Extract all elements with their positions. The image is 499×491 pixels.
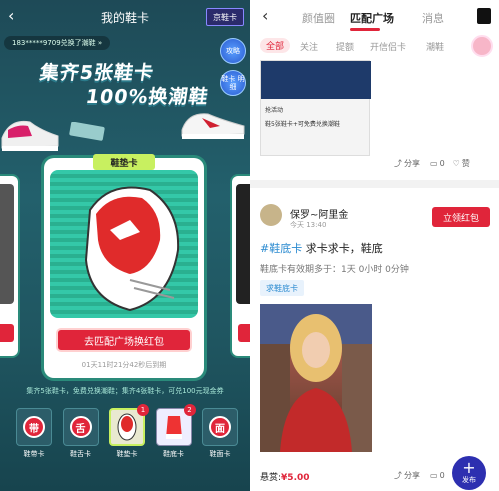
- person-photo: [260, 304, 372, 452]
- post-title: #鞋底卡 求卡求卡，鞋底: [260, 240, 383, 256]
- current-card: 鞋垫卡 去匹配广场换红包 01天11时21分42秒后到期: [44, 154, 204, 378]
- comment-icon[interactable]: ▭: [430, 159, 438, 168]
- match-square-panel: ‹ 颜值圈 匹配广场 消息 全部 关注 提额 开信侣卡 潮鞋 抢活动 鞋5张鞋卡…: [250, 0, 499, 491]
- post2-actions: ⤴ 分享 ▭ 0: [394, 470, 445, 481]
- post-author[interactable]: 保罗~阿里金: [290, 206, 348, 221]
- chip-label: 鞋垫卡: [116, 450, 138, 458]
- chip-insole[interactable]: 1 鞋垫卡: [107, 404, 149, 462]
- reward-amount: ¥5.00: [281, 473, 310, 483]
- avatar[interactable]: [471, 35, 493, 57]
- subtabs: 全部 关注 提额 开信侣卡 潮鞋: [250, 36, 499, 58]
- share-icon[interactable]: ⤴: [394, 470, 402, 481]
- match-square-button[interactable]: 去匹配广场换红包: [56, 328, 192, 352]
- publish-label: 发布: [462, 476, 476, 484]
- chip-sole[interactable]: 2 鞋底卡: [154, 404, 196, 462]
- upper-icon: 面: [209, 416, 231, 438]
- insole-image: [50, 170, 198, 318]
- expiry-timer: 01天11时21分42秒后到期: [81, 361, 167, 369]
- chip-count-badge: 1: [137, 404, 149, 416]
- lace-icon: 带: [23, 416, 45, 438]
- card-tag: 鞋垫卡: [93, 154, 155, 170]
- chip-label: 鞋底卡: [163, 450, 184, 458]
- like-label[interactable]: 赞: [462, 158, 470, 169]
- publish-button[interactable]: + 发布: [452, 456, 486, 490]
- brand-badge[interactable]: 京鞋卡: [206, 8, 244, 26]
- active-tab-indicator: [350, 28, 380, 31]
- back-icon[interactable]: ‹: [8, 8, 14, 24]
- coupon-icon: [69, 122, 105, 141]
- subtab-sneaker[interactable]: 潮鞋: [426, 40, 444, 53]
- chip-label: 鞋带卡: [23, 450, 45, 458]
- chip-lace[interactable]: 带 鞋带卡: [14, 408, 54, 462]
- sole-thumb-icon: [165, 416, 182, 439]
- chip-label: 鞋面卡: [209, 450, 231, 458]
- request-chip[interactable]: 求鞋底卡: [260, 280, 304, 296]
- insole-thumb-icon: [117, 413, 137, 441]
- plus-icon: +: [462, 458, 476, 477]
- subtab-couple-card[interactable]: 开信侣卡: [370, 40, 406, 53]
- comment-icon[interactable]: ▭: [430, 471, 438, 480]
- chip-count-badge: 2: [183, 404, 196, 416]
- avatar[interactable]: [260, 204, 282, 226]
- tab-beauty[interactable]: 颜值圈: [302, 10, 335, 26]
- subtab-all[interactable]: 全部: [260, 38, 291, 53]
- claim-redpacket-button[interactable]: 立领红包: [432, 207, 490, 227]
- post-image[interactable]: 抢活动 鞋5张鞋卡+可免费兑换潮鞋: [260, 60, 371, 156]
- bag-icon[interactable]: [477, 8, 491, 24]
- divider: [250, 180, 499, 188]
- shoe-card-panel: ‹ 我的鞋卡 京鞋卡 183*****9709兑换了潮鞋 » 攻略 鞋卡 明细 …: [0, 0, 250, 491]
- share-label[interactable]: 分享: [404, 158, 420, 169]
- tab-messages[interactable]: 消息: [422, 10, 444, 26]
- reward: 悬赏:¥5.00: [260, 470, 310, 483]
- tongue-icon: 舌: [69, 416, 92, 438]
- tab-match-square[interactable]: 匹配广场: [350, 10, 394, 26]
- post-title-text: 求卡求卡，鞋底: [302, 242, 383, 255]
- promo-headline: 集齐5张鞋卡: [38, 62, 156, 84]
- post-desc: 鞋底卡有效期多于：1天 0小时 0分钟: [260, 265, 409, 275]
- sneaker-right-icon: [181, 113, 245, 139]
- post-photo[interactable]: [260, 304, 372, 452]
- back-icon[interactable]: ‹: [262, 8, 268, 24]
- comment-count: 0: [439, 159, 445, 168]
- card-chips: 带 鞋带卡 舌 鞋舌卡 1 鞋垫卡 2 鞋底卡 面 鞋面卡: [14, 404, 240, 464]
- sneaker-left-icon: [1, 120, 59, 151]
- chip-label: 鞋舌卡: [70, 450, 91, 458]
- strategy-button[interactable]: 攻略: [220, 38, 246, 64]
- share-label[interactable]: 分享: [404, 470, 420, 481]
- comment-count: 0: [439, 471, 445, 480]
- reward-label: 悬赏:: [260, 473, 282, 483]
- img-caption: 鞋5张鞋卡+可免费兑换潮鞋: [265, 121, 340, 128]
- insole-icon: [84, 186, 180, 312]
- collect-info: 集齐5张鞋卡，免费兑换潮鞋；集齐4张鞋卡，可兑100元现金券: [26, 387, 224, 395]
- like-icon[interactable]: ♡: [453, 159, 460, 168]
- card-detail-button[interactable]: 鞋卡 明细: [220, 70, 246, 96]
- post1-actions: ⤴ 分享 ▭ 0 ♡ 赞: [394, 158, 470, 169]
- chip-label: 求鞋底卡: [266, 283, 298, 293]
- prev-card[interactable]: [0, 176, 18, 356]
- left-header: ‹ 我的鞋卡 京鞋卡: [0, 0, 250, 34]
- page-title: 我的鞋卡: [100, 10, 149, 25]
- post-tag[interactable]: #鞋底卡: [260, 242, 302, 255]
- right-nav: ‹ 颜值圈 匹配广场 消息: [250, 0, 499, 34]
- share-icon[interactable]: ⤴: [394, 158, 402, 169]
- post-time: 今天 13:40: [290, 221, 327, 229]
- redeem-ticker: 183*****9709兑换了潮鞋 »: [4, 36, 111, 50]
- img-sub: 抢活动: [265, 107, 284, 114]
- chip-tongue[interactable]: 舌 鞋舌卡: [61, 408, 101, 462]
- subtab-follow[interactable]: 关注: [300, 40, 318, 53]
- next-card[interactable]: [232, 176, 250, 356]
- subtab-raise[interactable]: 提额: [336, 40, 354, 53]
- chip-upper[interactable]: 面 鞋面卡: [200, 408, 240, 462]
